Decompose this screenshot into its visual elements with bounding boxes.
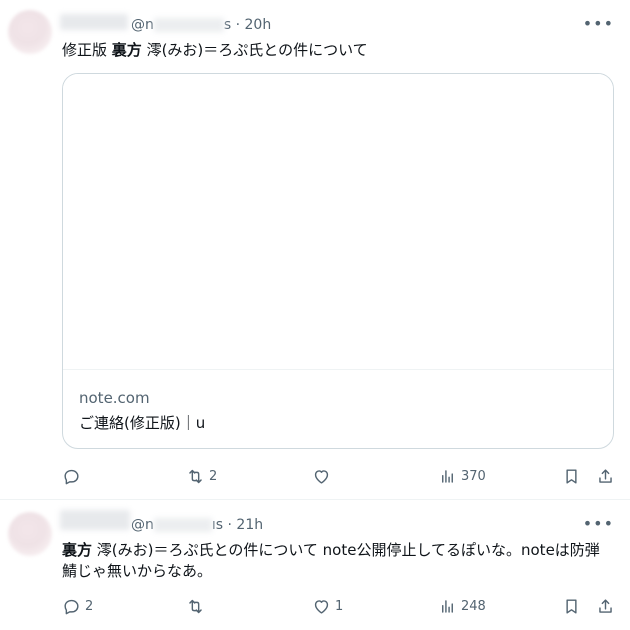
avatar[interactable] bbox=[8, 512, 52, 556]
handle-prefix: @n bbox=[131, 17, 154, 33]
more-horizontal-icon[interactable]: ••• bbox=[583, 514, 614, 533]
views-count: 370 bbox=[461, 468, 486, 484]
timestamp[interactable]: · 20h bbox=[236, 17, 272, 33]
views-button[interactable]: 370 bbox=[438, 464, 486, 488]
retweet-count: 2 bbox=[209, 468, 218, 484]
views-icon bbox=[442, 469, 453, 483]
more-horizontal-icon[interactable]: ••• bbox=[583, 14, 614, 33]
display-name-redacted[interactable] bbox=[60, 14, 128, 30]
share-icon bbox=[599, 598, 612, 613]
tweet-actions: 2 1 248 bbox=[62, 594, 622, 618]
tweet[interactable]: @n ıs · 21h ••• 裏方 澪(みお)＝ろぷ氏との件について note公… bbox=[0, 500, 630, 630]
tweet-header: @n s · 20h bbox=[131, 17, 271, 33]
avatar[interactable] bbox=[8, 10, 52, 54]
retweet-button[interactable] bbox=[186, 594, 209, 618]
tweet-text: 修正版 裏方 澪(みお)＝ろぷ氏との件について bbox=[62, 40, 614, 61]
bookmark-button[interactable] bbox=[562, 464, 581, 488]
like-button[interactable] bbox=[312, 464, 335, 488]
like-count: 1 bbox=[335, 598, 344, 614]
tweet-text-prefix: 修正版 bbox=[62, 41, 112, 59]
share-icon bbox=[599, 468, 612, 483]
reply-button[interactable] bbox=[62, 464, 85, 488]
handle-prefix: @n bbox=[131, 517, 154, 533]
retweet-icon bbox=[189, 469, 202, 483]
tweet-text: 裏方 澪(みお)＝ろぷ氏との件について note公開停止してるぽいな。noteは… bbox=[62, 540, 614, 582]
heart-icon bbox=[314, 599, 329, 614]
reply-icon bbox=[64, 599, 79, 614]
tweet-text-bold: 裏方 bbox=[62, 541, 93, 559]
tweet-actions: 2 370 bbox=[62, 464, 622, 488]
link-card-domain: note.com bbox=[79, 389, 150, 407]
bookmark-icon bbox=[566, 598, 577, 614]
views-button[interactable]: 248 bbox=[438, 594, 486, 618]
heart-icon bbox=[314, 469, 329, 484]
share-button[interactable] bbox=[596, 594, 615, 618]
tweet-text-body: 澪(みお)＝ろぷ氏との件について bbox=[141, 41, 368, 59]
tweet-header: @n ıs · 21h bbox=[131, 517, 263, 533]
display-name-redacted[interactable] bbox=[60, 510, 130, 530]
link-card-image[interactable] bbox=[63, 74, 613, 370]
views-icon bbox=[442, 599, 453, 613]
handle-redacted bbox=[153, 18, 224, 32]
bookmark-icon bbox=[566, 468, 577, 484]
handle-suffix: ıs bbox=[211, 517, 224, 533]
tweet-text-bold: 裏方 bbox=[111, 41, 142, 59]
retweet-button[interactable]: 2 bbox=[186, 464, 217, 488]
link-card-title: ご連絡(修正版)｜u bbox=[79, 414, 206, 432]
views-count: 248 bbox=[461, 598, 486, 614]
link-card[interactable]: note.com ご連絡(修正版)｜u bbox=[62, 73, 614, 449]
reply-button[interactable]: 2 bbox=[62, 594, 93, 618]
handle-suffix: s bbox=[223, 17, 232, 33]
reply-count: 2 bbox=[85, 598, 94, 614]
tweet-text-body: 澪(みお)＝ろぷ氏との件について note公開停止してるぽいな。noteは防弾鯖… bbox=[62, 541, 600, 580]
share-button[interactable] bbox=[596, 464, 615, 488]
retweet-icon bbox=[189, 599, 202, 613]
bookmark-button[interactable] bbox=[562, 594, 581, 618]
timestamp[interactable]: · 21h bbox=[228, 517, 264, 533]
handle-redacted bbox=[153, 518, 212, 532]
tweet[interactable]: @n s · 20h ••• 修正版 裏方 澪(みお)＝ろぷ氏との件について no… bbox=[0, 0, 630, 500]
reply-icon bbox=[64, 469, 79, 484]
like-button[interactable]: 1 bbox=[312, 594, 343, 618]
